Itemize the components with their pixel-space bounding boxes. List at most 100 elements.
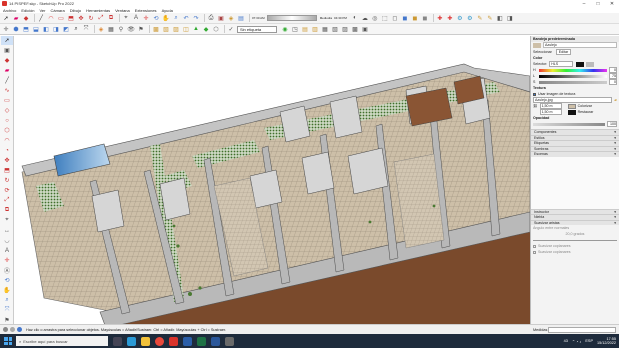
orbit-tool-icon[interactable]: ⟲	[1, 276, 13, 285]
soften-opt-1-checkbox[interactable]	[533, 244, 536, 248]
rectangle-tool-icon[interactable]: ▭	[1, 96, 13, 105]
extension-icon-2[interactable]: ✚	[446, 14, 454, 22]
arc-icon[interactable]: ◠	[47, 14, 55, 22]
link-icon[interactable]: ⛓	[533, 104, 538, 108]
left-view-icon[interactable]: ◩	[62, 25, 70, 33]
iso-view-icon[interactable]: ⬢	[12, 25, 20, 33]
tag-dropdown[interactable]: Sin etiqueta	[237, 25, 277, 33]
menu-extensiones[interactable]: Extensiones	[135, 8, 157, 13]
opacity-slider[interactable]	[533, 122, 605, 126]
offset-tool-icon[interactable]: ⧉	[1, 206, 13, 215]
model-viewport[interactable]	[14, 36, 530, 324]
s-value[interactable]: 0	[609, 79, 617, 85]
extension-icon-3[interactable]: ⚙	[456, 14, 464, 22]
textured-icon[interactable]: ◼	[411, 14, 419, 22]
zoom-icon[interactable]: ⌕	[172, 14, 180, 22]
front-view-icon[interactable]: ⬓	[32, 25, 40, 33]
menu-camara[interactable]: Cámara	[50, 8, 64, 13]
tape-icon[interactable]: ⌖	[122, 14, 130, 22]
pan-tool-icon[interactable]: ✋	[1, 286, 13, 295]
axes-tool-icon[interactable]: ✛	[1, 256, 13, 265]
extension-icon-4[interactable]: ⚙	[466, 14, 474, 22]
language-indicator[interactable]: ESP	[585, 339, 593, 343]
line-tool-icon[interactable]: ╱	[1, 76, 13, 85]
freehand-icon[interactable]: ∿	[1, 86, 13, 95]
hidden-line-icon[interactable]: ◻	[391, 14, 399, 22]
dimension-icon[interactable]: ↔	[1, 226, 13, 235]
redo-icon[interactable]: ↷	[192, 14, 200, 22]
paint-bucket-icon[interactable]: ◆	[1, 56, 13, 65]
geo-location-icon[interactable]	[3, 327, 8, 332]
extension-icon-6[interactable]: ✎	[486, 14, 494, 22]
line-icon[interactable]: ╱	[37, 14, 45, 22]
orbit-icon[interactable]: ⟲	[152, 14, 160, 22]
extension-icon-8[interactable]: ◨	[506, 14, 514, 22]
menu-edicion[interactable]: Edición	[21, 8, 34, 13]
scene-3-icon[interactable]: ▦	[321, 25, 329, 33]
move-icon[interactable]: ✥	[77, 14, 85, 22]
soften-opt-2-checkbox[interactable]	[533, 250, 536, 254]
top-view-icon[interactable]: ⬒	[22, 25, 30, 33]
extension-icon-5[interactable]: ✎	[476, 14, 484, 22]
pie-icon[interactable]: ◔	[1, 146, 13, 155]
menu-archivo[interactable]: Archivo	[3, 8, 16, 13]
crosshair-icon[interactable]: ✛	[2, 25, 10, 33]
colorize-label[interactable]: Colorizar	[578, 104, 592, 108]
protractor-icon[interactable]: ◡	[1, 236, 13, 245]
edge-icon[interactable]	[127, 336, 136, 346]
materials-icon[interactable]: ◈	[227, 14, 235, 22]
shaded-icon[interactable]: ◼	[401, 14, 409, 22]
move-tool-icon[interactable]: ✥	[1, 156, 13, 165]
section-plane-icon[interactable]: ◈	[97, 25, 105, 33]
walk-icon[interactable]: ⚲	[117, 25, 125, 33]
push-pull-icon[interactable]: ⬒	[67, 14, 75, 22]
scene-5-icon[interactable]: ▨	[341, 25, 349, 33]
use-texture-checkbox[interactable]	[533, 92, 536, 96]
windows-start-icon[interactable]	[4, 337, 12, 345]
3d-text-icon[interactable]: Ⓐ	[1, 266, 13, 275]
components-icon[interactable]: ▣	[217, 14, 225, 22]
rectangle-icon[interactable]: ▭	[57, 14, 65, 22]
close-icon[interactable]: ✕	[605, 0, 619, 7]
zoom-window-icon[interactable]: ⌕	[72, 25, 80, 33]
scale-tool-icon[interactable]: ⤢	[1, 196, 13, 205]
mail-icon[interactable]	[225, 336, 234, 346]
credits-icon[interactable]	[10, 327, 15, 332]
follow-me-icon[interactable]: ⟳	[1, 186, 13, 195]
material-name[interactable]: Azulejo	[543, 42, 617, 48]
scene-6-icon[interactable]: ▩	[351, 25, 359, 33]
extension-icon-7[interactable]: ◧	[496, 14, 504, 22]
xray-icon[interactable]: ◎	[371, 14, 379, 22]
help-icon[interactable]	[17, 327, 22, 332]
solid-tools-icon[interactable]: ◳	[291, 25, 299, 33]
look-around-icon[interactable]: 👁	[127, 25, 135, 33]
clock[interactable]: 17:55 15/12/2022	[597, 337, 616, 346]
push-pull-tool-icon[interactable]: ⬒	[1, 166, 13, 175]
tape-tool-icon[interactable]: ⌖	[1, 216, 13, 225]
tab-seleccionar[interactable]: Seleccionar	[533, 50, 552, 54]
menu-dibujo[interactable]: Dibujo	[70, 8, 81, 13]
reset-label[interactable]: Restaurar	[578, 110, 594, 114]
eraser-tool-icon[interactable]: ▰	[1, 66, 13, 75]
circle-icon[interactable]: ○	[1, 116, 13, 125]
sandbox-icon-6[interactable]: ◆	[202, 25, 210, 33]
shadows-icon[interactable]: ◐	[351, 14, 359, 22]
axes-icon[interactable]: ✛	[142, 14, 150, 22]
weather-temp[interactable]: 43	[564, 339, 568, 343]
pan-icon[interactable]: ✋	[162, 14, 170, 22]
position-camera-icon[interactable]: ⚑	[137, 25, 145, 33]
s-slider[interactable]	[539, 80, 607, 84]
photoshop-icon[interactable]	[183, 336, 192, 346]
sandbox-icon-3[interactable]: ▨	[172, 25, 180, 33]
back-view-icon[interactable]: ◨	[52, 25, 60, 33]
paint-icon[interactable]: ◆	[22, 14, 30, 22]
rotate-icon[interactable]: ↻	[87, 14, 95, 22]
soften-slider[interactable]	[533, 239, 617, 241]
sandbox-icon-7[interactable]: ⬡	[212, 25, 220, 33]
file-explorer-icon[interactable]	[141, 336, 150, 346]
monochrome-icon[interactable]: ◼	[421, 14, 429, 22]
menu-ver[interactable]: Ver	[39, 8, 45, 13]
h-slider[interactable]	[539, 68, 607, 72]
word-icon[interactable]	[211, 336, 220, 346]
tag-icon[interactable]: ✓	[227, 25, 235, 33]
